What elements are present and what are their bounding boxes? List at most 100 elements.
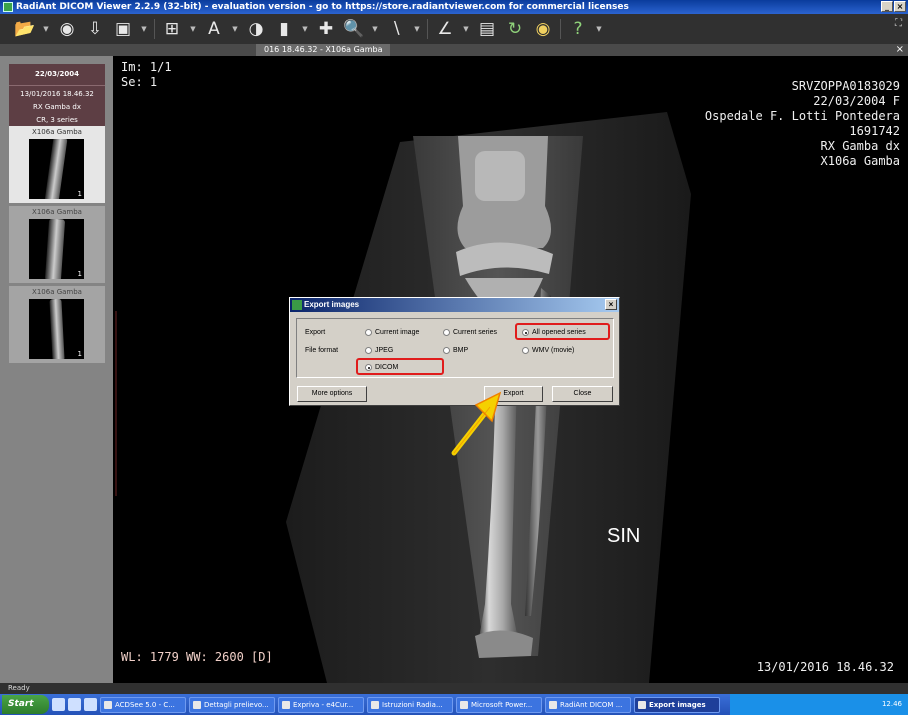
series-label: X106a Gamba <box>32 288 82 296</box>
chevron-down-icon[interactable]: ▼ <box>462 18 470 40</box>
radio-current-series[interactable]: Current series <box>443 329 497 336</box>
series-sidebar: 22/03/2004 13/01/2016 18.46.32 RX Gamba … <box>0 56 113 683</box>
chevron-down-icon[interactable]: ▼ <box>371 18 379 40</box>
chevron-down-icon[interactable]: ▼ <box>231 18 239 40</box>
patient-id: SRVZOPPA0183029 <box>791 79 900 93</box>
quicklaunch-icon[interactable] <box>68 698 81 711</box>
cd-icon[interactable]: ◉ <box>56 18 78 40</box>
chevron-down-icon[interactable]: ▼ <box>413 18 421 40</box>
open-folder-icon[interactable]: 📂 <box>14 18 36 40</box>
study-info-line: CR, 3 series <box>36 116 78 124</box>
radio-jpeg[interactable]: JPEG <box>365 347 393 354</box>
taskbar-item[interactable]: RadiAnt DICOM ... <box>545 696 631 713</box>
tab-close-icon[interactable]: × <box>896 44 904 56</box>
highlight-box <box>515 323 610 340</box>
close-dialog-button[interactable]: Close <box>552 386 613 402</box>
radio-current-image[interactable]: Current image <box>365 329 419 336</box>
quicklaunch-icon[interactable] <box>52 698 65 711</box>
toolbar-separator <box>154 19 155 39</box>
patient-info: SRVZOPPA0183029 22/03/2004 F Ospedale F.… <box>705 79 900 169</box>
start-button[interactable]: Start <box>2 695 49 714</box>
dialog-close-button[interactable]: × <box>605 299 617 310</box>
series-count: 1 <box>77 350 82 358</box>
app-icon <box>292 300 302 310</box>
image-index: Im: 1/1 <box>121 60 172 74</box>
close-window-button[interactable]: × <box>894 1 906 12</box>
magnify-icon[interactable]: 🔍 <box>343 18 365 40</box>
study-header[interactable]: 22/03/2004 13/01/2016 18.46.32 RX Gamba … <box>9 64 105 134</box>
status-text: Ready <box>8 684 30 692</box>
study-info-line: RX Gamba dx <box>33 103 81 111</box>
taskbar-item[interactable]: ACDSee 5.0 - C... <box>100 696 186 713</box>
export-images-dialog: Export images × Export File format Curre… <box>289 297 620 406</box>
clock[interactable]: 12.46 <box>882 700 902 708</box>
taskbar-item[interactable]: Expriva - e4Cur... <box>278 696 364 713</box>
dialog-title: Export images <box>304 300 360 309</box>
angle-icon[interactable]: ∠ <box>434 18 456 40</box>
measure-line-icon[interactable]: ∖ <box>385 18 407 40</box>
series-thumbnail[interactable]: X106a Gamba 1 <box>9 126 105 203</box>
chevron-down-icon[interactable]: ▼ <box>595 18 603 40</box>
tab-image[interactable]: 016 18.46.32 - X106a Gamba <box>256 44 391 56</box>
taskbar-item[interactable]: Microsoft Power... <box>456 696 542 713</box>
app-icon <box>3 2 13 12</box>
radio-circle <box>365 329 372 336</box>
window-level-readout: WL: 1779 WW: 2600 [D] <box>121 650 273 664</box>
study-description: RX Gamba dx <box>820 139 900 153</box>
series-label: X106a Gamba <box>32 208 82 216</box>
windows-taskbar: Start ACDSee 5.0 - C... Dettagli preliev… <box>0 694 908 715</box>
status-bar: Ready <box>0 683 908 694</box>
accession-number: 1691742 <box>849 124 900 138</box>
radio-circle <box>443 329 450 336</box>
chevron-down-icon[interactable]: ▼ <box>189 18 197 40</box>
series-preview: 1 <box>29 299 84 359</box>
series-preview: 1 <box>29 219 84 279</box>
series-icon[interactable]: ▮ <box>273 18 295 40</box>
toolbar-separator <box>427 19 428 39</box>
taskbar-item-active[interactable]: Export images <box>634 696 720 713</box>
crosshair-icon[interactable]: ✚ <box>315 18 337 40</box>
window-level-icon[interactable]: ◑ <box>245 18 267 40</box>
radio-bmp[interactable]: BMP <box>443 347 468 354</box>
minimize-button[interactable]: _ <box>881 1 893 12</box>
radio-label: JPEG <box>375 347 394 354</box>
annotation-text-icon[interactable]: A <box>203 18 225 40</box>
radio-label: Current image <box>375 329 420 336</box>
dialog-title-bar[interactable]: Export images × <box>290 298 619 312</box>
cine-icon[interactable]: ◉ <box>532 18 554 40</box>
series-label: X106a Gamba <box>32 128 82 136</box>
acquisition-datetime: 13/01/2016 18.46.32 <box>756 660 894 674</box>
series-count: 1 <box>77 190 82 198</box>
layout-grid-icon[interactable]: ⊞ <box>161 18 183 40</box>
radio-wmv[interactable]: WMV (movie) <box>522 347 574 354</box>
taskbar-item[interactable]: Dettagli prelievo... <box>189 696 275 713</box>
fullscreen-icon[interactable]: ⛶ <box>895 18 902 29</box>
title-bar: RadiAnt DICOM Viewer 2.2.9 (32-bit) - ev… <box>0 0 908 14</box>
rotate-icon[interactable]: ↻ <box>504 18 526 40</box>
help-icon[interactable]: ? <box>567 18 589 40</box>
tab-strip: 016 18.46.32 - X106a Gamba × <box>0 44 908 56</box>
toolbar: 📂 ▼ ◉ ⇩ ▣ ▼ ⊞ ▼ A ▼ ◑ ▮ ▼ ✚ 🔍 ▼ ∖ ▼ ∠ ▼ ▤ ↻ ◉ ? ▼… <box>0 14 908 44</box>
radio-circle <box>443 347 450 354</box>
more-options-button[interactable]: More options <box>297 386 367 402</box>
image-info-icon[interactable]: ▤ <box>476 18 498 40</box>
radio-circle <box>522 347 529 354</box>
chevron-down-icon[interactable]: ▼ <box>140 18 148 40</box>
highlight-box <box>356 358 444 375</box>
chevron-down-icon[interactable]: ▼ <box>301 18 309 40</box>
series-preview: 1 <box>29 139 84 199</box>
taskbar-item[interactable]: Istruzioni Radia... <box>367 696 453 713</box>
window-title: RadiAnt DICOM Viewer 2.2.9 (32-bit) - ev… <box>16 2 629 12</box>
side-marker: SIN <box>607 525 641 547</box>
quicklaunch-icon[interactable] <box>84 698 97 711</box>
series-index: Se: 1 <box>121 75 158 89</box>
chevron-down-icon[interactable]: ▼ <box>42 18 50 40</box>
radio-circle <box>365 347 372 354</box>
series-thumbnail[interactable]: X106a Gamba 1 <box>9 206 105 283</box>
save-icon[interactable]: ▣ <box>112 18 134 40</box>
download-icon[interactable]: ⇩ <box>84 18 106 40</box>
arrow-annotation <box>451 391 502 456</box>
system-tray: 12.46 <box>730 694 908 715</box>
radiant-dicom-viewer-window: RadiAnt DICOM Viewer 2.2.9 (32-bit) - ev… <box>0 0 908 715</box>
series-thumbnail[interactable]: X106a Gamba 1 <box>9 286 105 363</box>
